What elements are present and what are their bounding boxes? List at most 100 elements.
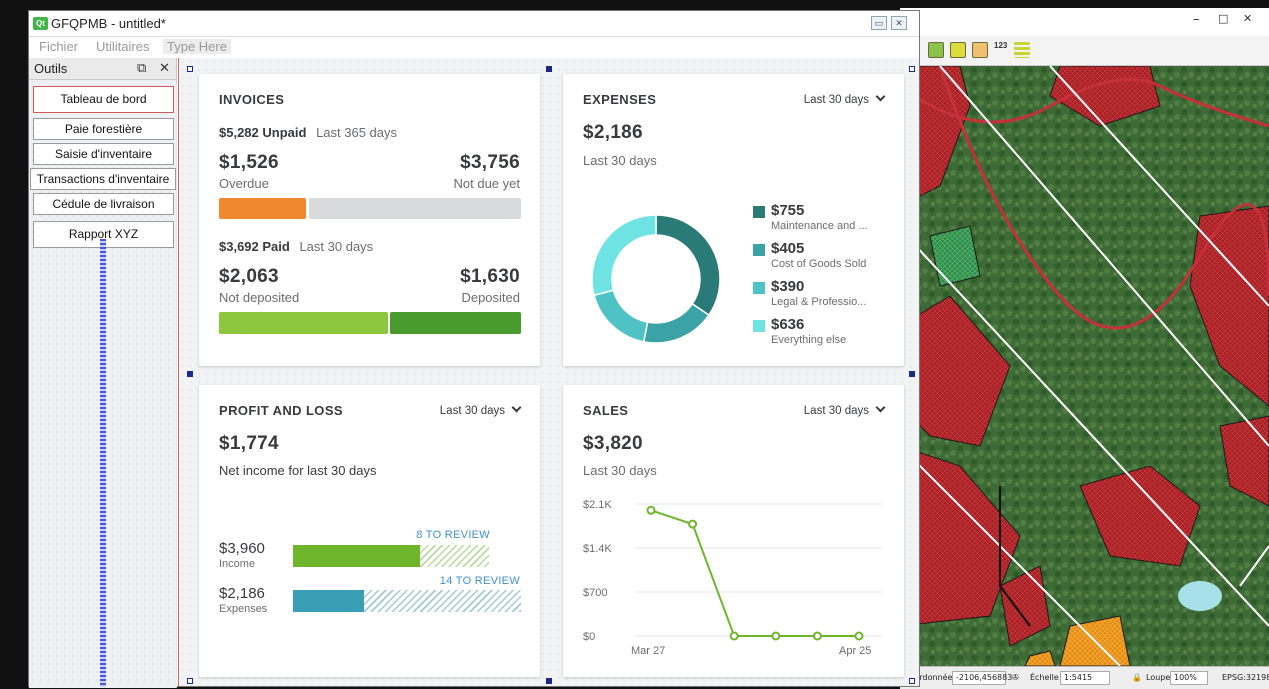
sales-period-dropdown[interactable]: Last 30 days xyxy=(804,402,886,417)
crs-label[interactable]: EPSG:32198 xyxy=(1222,673,1269,682)
notdue-bar-segment[interactable] xyxy=(309,198,521,219)
close-button[interactable]: ✕ xyxy=(1243,12,1252,25)
paid-period: Last 30 days xyxy=(299,239,374,254)
deposited-value: $1,630 xyxy=(460,266,520,287)
expenses-review-link[interactable]: 14 TO REVIEW xyxy=(440,575,520,587)
app-window: Qt GFQPMB - untitled* ▭ ✕ Fichier Utilit… xyxy=(28,10,920,688)
sales-data-point[interactable] xyxy=(646,505,656,515)
expenses-card[interactable]: EXPENSES Last 30 days $2,186 Last 30 day… xyxy=(563,74,904,366)
sales-line-chart[interactable]: $2.1K $1.4K $700 $0 Mar 27 Apr 25 xyxy=(563,490,904,675)
menu-type-here[interactable]: Type Here xyxy=(163,39,231,54)
selection-handle[interactable] xyxy=(909,371,915,377)
sales-data-point[interactable] xyxy=(688,519,698,529)
notdue-value: $3,756 xyxy=(460,152,520,173)
income-review-link[interactable]: 8 TO REVIEW xyxy=(416,529,490,541)
sales-data-point[interactable] xyxy=(771,631,781,641)
profit-loss-subtitle: Net income for last 30 days xyxy=(219,463,377,478)
income-bar-fill xyxy=(293,545,421,567)
legend-value: $755 xyxy=(771,202,805,219)
unpaid-amount: $5,282 Unpaid xyxy=(219,125,307,140)
close-icon[interactable]: ✕ xyxy=(891,16,907,30)
profit-loss-card[interactable]: PROFIT AND LOSS Last 30 days $1,774 Net … xyxy=(199,385,540,677)
legend-icon[interactable] xyxy=(1014,42,1030,58)
tool-button-transactions-inventaire[interactable]: Transactions d'inventaire xyxy=(30,168,176,190)
overdue-bar-segment[interactable] xyxy=(219,198,307,219)
deposited-bar-segment[interactable] xyxy=(389,312,521,334)
dock-header: Outils ⧉ ✕ xyxy=(29,58,176,80)
outils-dock: Outils ⧉ ✕ Tableau de bord Paie forestiè… xyxy=(29,58,177,688)
sales-data-point[interactable] xyxy=(854,631,864,641)
selection-handle[interactable] xyxy=(909,66,915,72)
magnifier-field[interactable]: 100% xyxy=(1170,671,1208,685)
map-layers xyxy=(900,66,1269,666)
expenses-period-dropdown[interactable]: Last 30 days xyxy=(804,91,886,106)
map-titlebar: – □ ✕ xyxy=(900,8,1269,36)
tool-button-saisie-inventaire[interactable]: Saisie d'inventaire xyxy=(33,143,174,165)
paid-bar[interactable] xyxy=(219,312,521,334)
tool-button-cedule-livraison[interactable]: Cédule de livraison xyxy=(33,193,174,215)
notdeposited-bar-segment[interactable] xyxy=(219,312,388,334)
legend-label: Cost of Goods Sold xyxy=(771,258,867,270)
close-dock-icon[interactable]: ✕ xyxy=(159,60,170,76)
legend-value: $405 xyxy=(771,240,805,257)
notdeposited-value: $2,063 xyxy=(219,266,279,287)
selection-handle[interactable] xyxy=(187,371,193,377)
minimize-button[interactable]: – xyxy=(1193,12,1200,27)
map-window: – □ ✕ 123 Coordonnée -2106,456883 ✇ Éche… xyxy=(900,8,1269,689)
donut-slice-2[interactable] xyxy=(593,289,649,343)
legend-swatch xyxy=(753,282,765,294)
style-icon[interactable] xyxy=(972,42,988,58)
legend-swatch xyxy=(753,206,765,218)
donut-slice-3[interactable] xyxy=(591,214,657,297)
unpaid-bar[interactable] xyxy=(219,198,521,219)
scale-field[interactable]: 1:5415 xyxy=(1060,671,1110,685)
number-field-icon[interactable]: 123 xyxy=(994,42,1010,58)
map-toolbar: 123 xyxy=(900,36,1269,66)
tool-button-paie-forestiere[interactable]: Paie forestière xyxy=(33,118,174,140)
layer-icon[interactable] xyxy=(928,42,944,58)
maximize-button[interactable]: □ xyxy=(1218,12,1228,25)
splitter-handle[interactable] xyxy=(100,239,106,687)
y-tick-label: $0 xyxy=(583,631,595,643)
minimize-icon[interactable]: ▭ xyxy=(871,16,887,30)
menu-fichier[interactable]: Fichier xyxy=(39,39,78,54)
map-canvas[interactable] xyxy=(900,66,1269,666)
lock-icon[interactable]: 🔒 xyxy=(1132,673,1142,682)
expenses-bar-track[interactable] xyxy=(293,590,521,612)
sales-data-point[interactable] xyxy=(729,631,739,641)
deposited-label: Deposited xyxy=(461,290,520,305)
selection-handle[interactable] xyxy=(546,678,552,684)
invoices-card[interactable]: INVOICES $5,282 Unpaid Last 365 days $1,… xyxy=(199,74,540,366)
selection-handle[interactable] xyxy=(187,678,193,684)
selection-handle[interactable] xyxy=(546,66,552,72)
coordinate-field[interactable]: -2106,456883 xyxy=(952,671,1012,685)
notdeposited-label: Not deposited xyxy=(219,290,300,305)
tool-list: Tableau de bord Paie forestière Saisie d… xyxy=(29,84,177,687)
donut-slice-1[interactable] xyxy=(642,302,710,344)
expenses-title: EXPENSES xyxy=(583,92,657,107)
menu-utilitaires[interactable]: Utilitaires xyxy=(96,39,149,54)
selection-handle[interactable] xyxy=(187,66,193,72)
x-tick-label: Apr 25 xyxy=(839,645,871,657)
y-tick-label: $700 xyxy=(583,587,607,599)
expenses-donut-chart[interactable] xyxy=(581,214,731,344)
tool-button-tableau-de-bord[interactable]: Tableau de bord xyxy=(33,86,174,113)
undock-icon[interactable]: ⧉ xyxy=(137,60,146,76)
sales-data-point[interactable] xyxy=(812,631,822,641)
legend-value: $390 xyxy=(771,278,805,295)
profit-loss-period-label: Last 30 days xyxy=(439,405,505,417)
window-title: GFQPMB - untitled* xyxy=(51,16,166,31)
selection-handle[interactable] xyxy=(909,678,915,684)
mouse-pointer-icon[interactable]: ✇ xyxy=(1012,673,1019,682)
income-bar-track[interactable] xyxy=(293,545,489,567)
add-layer-icon[interactable] xyxy=(950,42,966,58)
profit-loss-period-dropdown[interactable]: Last 30 days xyxy=(439,402,522,417)
sales-card[interactable]: SALES Last 30 days $3,820 Last 30 days $… xyxy=(563,385,904,677)
scale-label: Échelle xyxy=(1030,673,1059,682)
expenses-subtitle: Last 30 days xyxy=(583,153,657,168)
expenses-value: $2,186 xyxy=(219,585,265,602)
income-value: $3,960 xyxy=(219,540,265,557)
x-tick-label: Mar 27 xyxy=(631,645,665,657)
donut-slice-0[interactable] xyxy=(655,214,721,317)
legend-label: Maintenance and ... xyxy=(771,220,868,232)
